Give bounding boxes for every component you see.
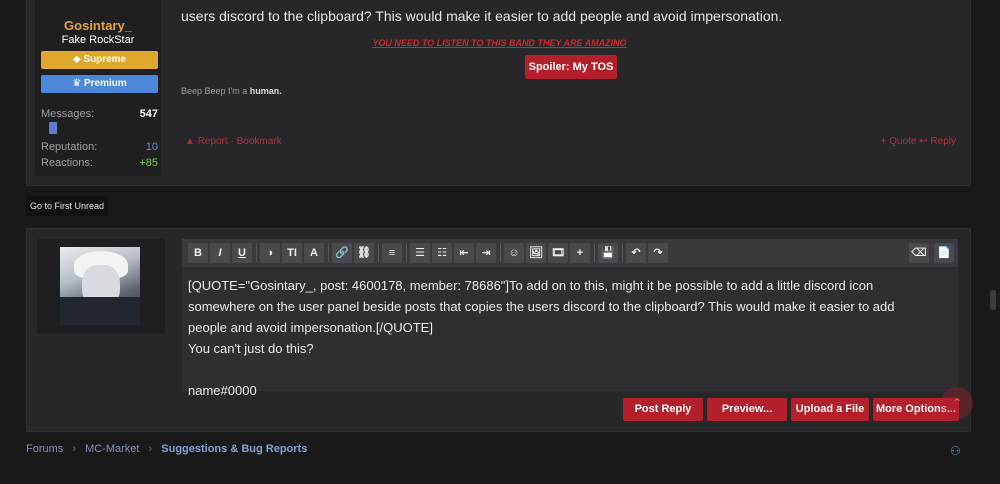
- reply-link[interactable]: Reply: [930, 136, 956, 147]
- editor-line: [QUOTE="Gosintary_, post: 4600178, membe…: [188, 278, 874, 293]
- unlink-icon[interactable]: ⛓: [354, 243, 374, 263]
- badge-supreme: ◆ Supreme: [41, 51, 158, 69]
- scroll-to-top-button[interactable]: ⌃: [941, 387, 973, 419]
- post-user-panel: Gosintary_ Fake RockStar ◆ Supreme ♛ Pre…: [35, 0, 161, 176]
- numbered-list-icon[interactable]: ☷: [432, 243, 452, 263]
- quote-link[interactable]: + Quote: [881, 136, 917, 147]
- go-to-first-unread-button[interactable]: Go to First Unread: [26, 196, 109, 216]
- signature-text-prefix: Beep Beep I'm a: [181, 86, 248, 96]
- warning-icon: ▲: [185, 136, 198, 147]
- post-reply-button[interactable]: Post Reply: [623, 398, 703, 421]
- post-actions-right: + Quote ↩ Reply: [881, 136, 956, 147]
- chevron-right-icon: ›: [148, 443, 153, 455]
- post-username[interactable]: Gosintary_: [35, 18, 161, 33]
- toolbar-separator: [594, 244, 595, 262]
- stat-reputation-value: 10: [145, 141, 158, 153]
- font-family-icon[interactable]: A: [304, 243, 324, 263]
- upload-file-button[interactable]: Upload a File: [791, 398, 869, 421]
- indent-icon[interactable]: ⇥: [476, 243, 496, 263]
- stat-reactions: Reactions: +85: [41, 157, 158, 171]
- editor-line: You can't just do this?: [188, 341, 314, 356]
- badge-supreme-label: Supreme: [83, 54, 127, 65]
- eraser-icon[interactable]: ⌫: [909, 243, 929, 263]
- toolbar-separator: [406, 244, 407, 262]
- bookmark-link[interactable]: Bookmark: [237, 136, 282, 147]
- badge-premium-label: Premium: [83, 78, 127, 89]
- post-actions-left: ▲ Report · Bookmark: [185, 136, 282, 147]
- outdent-icon[interactable]: ⇤: [454, 243, 474, 263]
- reply-avatar-panel: [37, 239, 165, 334]
- media-icon[interactable]: 🎞: [548, 243, 568, 263]
- italic-button[interactable]: I: [210, 243, 230, 263]
- avatar[interactable]: [60, 247, 140, 325]
- image-icon[interactable]: 🖼: [526, 243, 546, 263]
- stat-reactions-label: Reactions:: [41, 157, 93, 169]
- stat-messages-value: 547: [139, 108, 158, 120]
- badge-premium: ♛ Premium: [41, 75, 158, 93]
- stat-messages: Messages: 547: [41, 108, 158, 122]
- color-icon[interactable]: ◑: [260, 243, 280, 263]
- reply-arrow-icon: ↩: [919, 136, 931, 147]
- undo-icon[interactable]: ↶: [626, 243, 646, 263]
- redo-icon[interactable]: ↷: [648, 243, 668, 263]
- toolbar-separator: [378, 244, 379, 262]
- toolbar-separator: [622, 244, 623, 262]
- chevron-right-icon: ›: [72, 443, 77, 455]
- source-view-icon[interactable]: 📄: [934, 243, 954, 263]
- preview-button[interactable]: Preview...: [707, 398, 787, 421]
- report-link[interactable]: Report: [198, 136, 228, 147]
- bold-button[interactable]: B: [188, 243, 208, 263]
- breadcrumb-forums[interactable]: Forums: [26, 443, 63, 455]
- page-scrollbar[interactable]: [990, 290, 996, 310]
- forum-post: Gosintary_ Fake RockStar ◆ Supreme ♛ Pre…: [26, 0, 971, 186]
- toolbar-separator: [328, 244, 329, 262]
- editor-toolbar: B I U ◑ TI A 🔗 ⛓ ≡ ☰ ☷ ⇤ ⇥ ☺ 🖼 🎞 + 💾 ↶ ↷…: [182, 239, 958, 267]
- signature-text: Beep Beep I'm a human.: [181, 86, 282, 96]
- spoiler-button[interactable]: Spoiler: My TOS: [525, 55, 617, 79]
- signature-banner-link[interactable]: YOU NEED TO LISTEN TO THIS BAND THEY ARE…: [27, 38, 972, 48]
- toolbar-separator: [500, 244, 501, 262]
- align-icon[interactable]: ≡: [382, 243, 402, 263]
- underline-button[interactable]: U: [232, 243, 252, 263]
- diamond-icon: ◆: [72, 54, 84, 65]
- stat-reputation: Reputation: 10: [41, 141, 158, 155]
- message-editor[interactable]: B I U ◑ TI A 🔗 ⛓ ≡ ☰ ☷ ⇤ ⇥ ☺ 🖼 🎞 + 💾 ↶ ↷…: [182, 239, 958, 398]
- avatar-shadow: [60, 297, 140, 325]
- stat-reactions-value: +85: [139, 157, 158, 169]
- link-icon[interactable]: 🔗: [332, 243, 352, 263]
- insert-plus-icon[interactable]: +: [570, 243, 590, 263]
- sitemap-icon[interactable]: ⚇: [950, 444, 962, 458]
- stat-reputation-label: Reputation:: [41, 141, 98, 153]
- editor-content[interactable]: [QUOTE="Gosintary_, post: 4600178, membe…: [188, 275, 950, 401]
- editor-line: people and avoid impersonation.[/QUOTE]: [188, 320, 433, 335]
- quick-reply-box: B I U ◑ TI A 🔗 ⛓ ≡ ☰ ☷ ⇤ ⇥ ☺ 🖼 🎞 + 💾 ↶ ↷…: [26, 228, 971, 432]
- font-size-icon[interactable]: TI: [282, 243, 302, 263]
- signature-text-bold: human.: [249, 86, 282, 96]
- smiley-icon[interactable]: ☺: [504, 243, 524, 263]
- stat-messages-label: Messages:: [41, 108, 95, 120]
- chevron-up-icon: ⌃: [951, 396, 963, 410]
- editor-line: somewhere on the user panel beside posts…: [188, 299, 895, 314]
- post-body-text: users discord to the clipboard? This wou…: [181, 8, 783, 24]
- save-draft-icon[interactable]: 💾: [598, 243, 618, 263]
- bullet-list-icon[interactable]: ☰: [410, 243, 430, 263]
- bookmark-small-icon: [49, 122, 57, 134]
- toolbar-separator: [256, 244, 257, 262]
- breadcrumb-suggestions[interactable]: Suggestions & Bug Reports: [161, 443, 307, 455]
- trophy-icon: ♛: [72, 78, 84, 89]
- breadcrumb: Forums › MC-Market › Suggestions & Bug R…: [26, 443, 313, 455]
- breadcrumb-mc-market[interactable]: MC-Market: [85, 443, 139, 455]
